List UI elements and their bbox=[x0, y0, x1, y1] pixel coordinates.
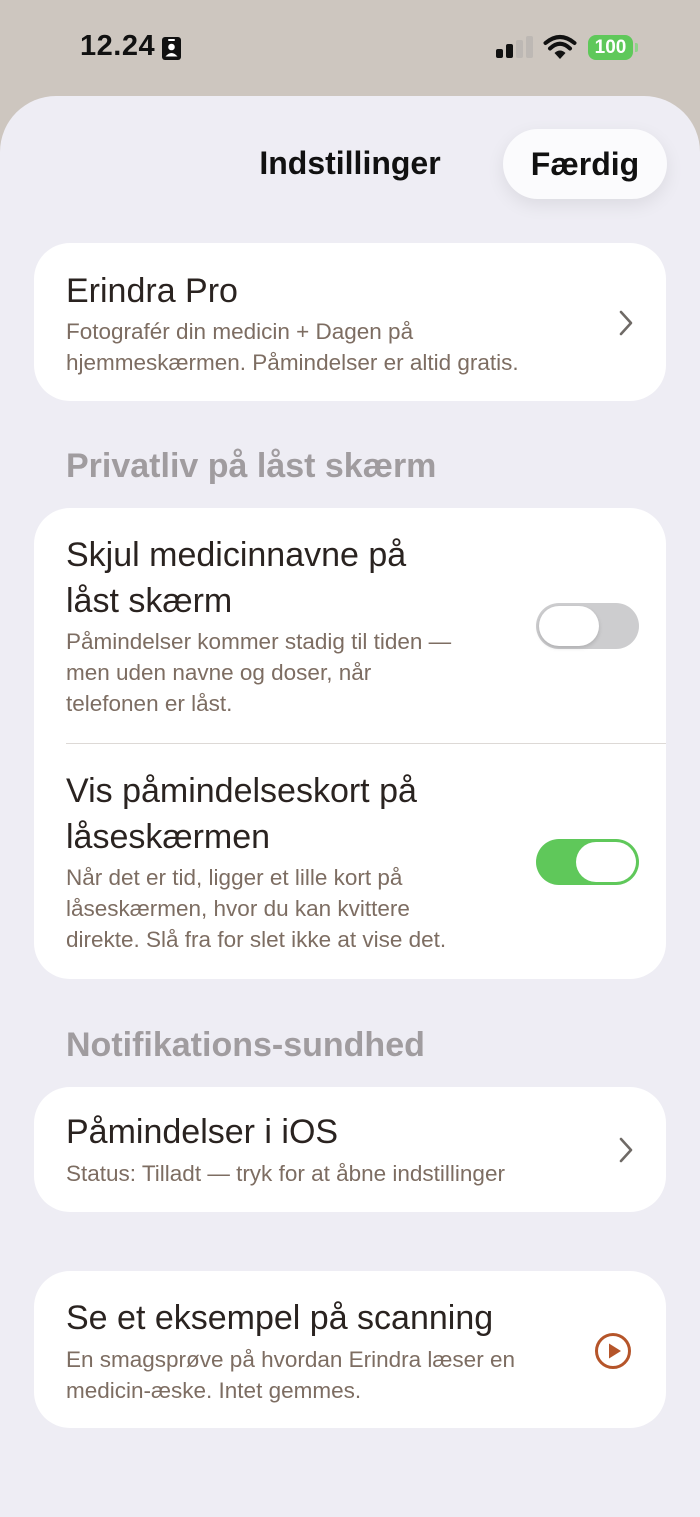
show-cards-title-line1: Vis påmindelseskort på bbox=[66, 772, 417, 810]
privacy-card: Skjul medicinnavne på låst skærm Påminde… bbox=[34, 508, 666, 979]
pro-subtitle-line1: Fotografér din medicin + Dagen på bbox=[66, 319, 414, 344]
scan-example-title: Se et eksempel på scanning bbox=[66, 1299, 494, 1337]
battery-level: 100 bbox=[588, 35, 633, 60]
show-cards-sub-line1: Når det er tid, ligger et lille kort på bbox=[66, 865, 403, 890]
pro-card[interactable]: Erindra Pro Fotografér din medicin + Dag… bbox=[34, 243, 666, 401]
section-header-notifications: Notifikations-sundhed bbox=[66, 1026, 425, 1064]
hide-names-sub-line1: Påmindelser kommer stadig til tiden — bbox=[66, 629, 452, 654]
show-cards-title-line2: låseskærmen bbox=[66, 818, 271, 856]
battery-indicator: 100 bbox=[588, 35, 638, 60]
scan-example-card[interactable]: Se et eksempel på scanning En smagsprøve… bbox=[34, 1271, 666, 1428]
section-header-privacy: Privatliv på låst skærm bbox=[66, 447, 437, 485]
ios-notifications-status: Status: Tilladt — tryk for at åbne indst… bbox=[66, 1161, 505, 1186]
scan-example-sub-line2: medicin-æske. Intet gemmes. bbox=[66, 1378, 362, 1403]
hide-names-title-line2: låst skærm bbox=[66, 582, 233, 620]
chevron-right-icon bbox=[619, 1137, 633, 1163]
hide-names-sub-line2: men uden navne og doser, når bbox=[66, 660, 372, 685]
battery-tip bbox=[635, 43, 638, 52]
show-cards-row: Vis påmindelseskort på låseskærmen Når d… bbox=[34, 744, 666, 979]
play-circle-icon bbox=[595, 1333, 631, 1369]
wifi-icon bbox=[543, 35, 577, 59]
person-badge-icon bbox=[162, 37, 181, 60]
done-button[interactable]: Færdig bbox=[503, 129, 667, 199]
cellular-signal-icon bbox=[496, 36, 533, 58]
toggle-knob bbox=[576, 842, 636, 882]
hide-names-toggle[interactable] bbox=[536, 603, 639, 649]
hide-names-row: Skjul medicinnavne på låst skærm Påminde… bbox=[34, 508, 666, 743]
pro-title: Erindra Pro bbox=[66, 272, 238, 310]
ios-notifications-title: Påmindelser i iOS bbox=[66, 1113, 339, 1151]
hide-names-sub-line3: telefonen er låst. bbox=[66, 691, 233, 716]
show-cards-sub-line2: låseskærmen, hvor du kan kvittere bbox=[66, 896, 410, 921]
status-bar: 12.24 100 bbox=[0, 0, 700, 96]
ios-notifications-card[interactable]: Påmindelser i iOS Status: Tilladt — tryk… bbox=[34, 1087, 666, 1212]
hide-names-title-line1: Skjul medicinnavne på bbox=[66, 536, 407, 574]
show-cards-sub-line3: direkte. Slå fra for slet ikke at vise d… bbox=[66, 927, 447, 952]
chevron-right-icon bbox=[619, 310, 633, 336]
scan-example-sub-line1: En smagsprøve på hvordan Erindra læser e… bbox=[66, 1347, 515, 1372]
toggle-knob bbox=[539, 606, 599, 646]
status-time: 12.24 bbox=[80, 30, 156, 62]
pro-subtitle-line2: hjemmeskærmen. Påmindelser er altid grat… bbox=[66, 350, 519, 375]
show-cards-toggle[interactable] bbox=[536, 839, 639, 885]
